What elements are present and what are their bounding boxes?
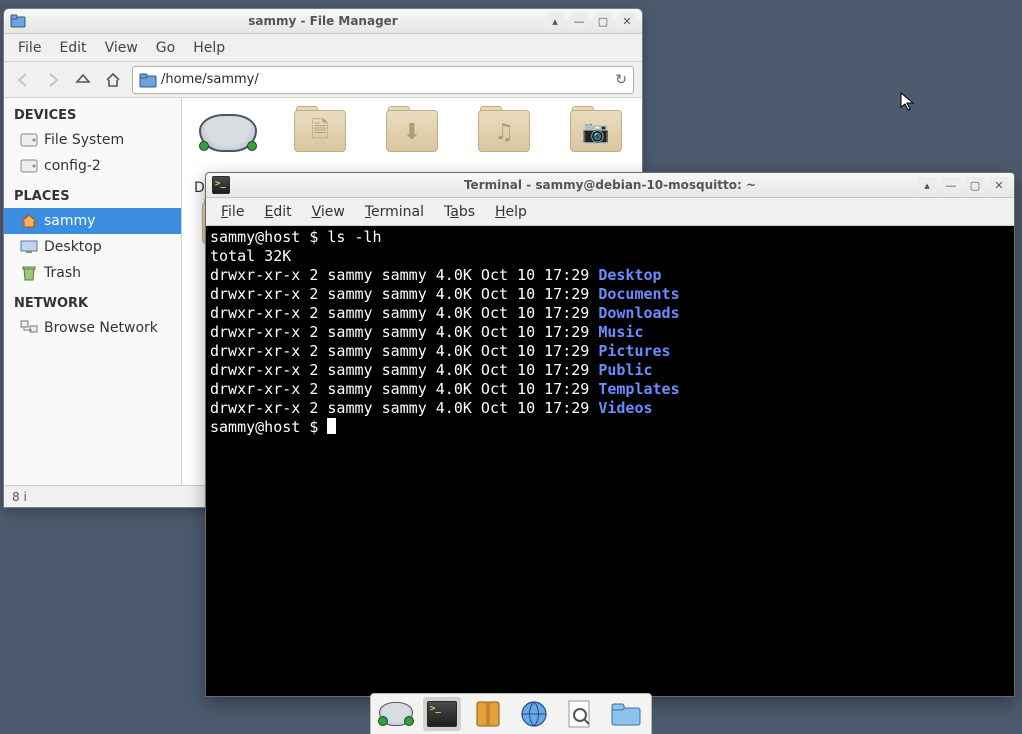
location-folder-icon <box>139 71 157 89</box>
directory-name: Public <box>598 361 652 379</box>
back-button[interactable] <box>12 69 34 91</box>
sidebar-item-filesystem[interactable]: File System <box>4 127 181 153</box>
terminal-window: Terminal - sammy@debian-10-mosquitto: ~ … <box>205 172 1015 697</box>
fm-rollup-button[interactable]: ▴ <box>546 13 564 29</box>
dock-viewer[interactable] <box>561 697 599 731</box>
file-item-downloads[interactable]: ⬇ <box>376 110 448 156</box>
term-minimize-button[interactable]: — <box>942 177 960 193</box>
drive-icon <box>20 157 38 175</box>
term-menu-edit[interactable]: Edit <box>255 201 300 223</box>
network-icon <box>20 319 38 337</box>
mouse-cursor <box>900 92 916 112</box>
term-maximize-button[interactable]: ▢ <box>966 177 984 193</box>
magnifier-icon <box>565 699 595 729</box>
fm-toolbar: /home/sammy/ ↻ <box>4 62 642 98</box>
folder-icon: 🗎 <box>292 110 348 154</box>
location-bar[interactable]: /home/sammy/ ↻ <box>132 66 634 94</box>
sidebar-item-label: Trash <box>44 265 81 281</box>
dock-folder[interactable] <box>607 697 645 731</box>
sidebar-item-label: Desktop <box>44 239 102 255</box>
fm-menubar: File Edit View Go Help <box>4 34 642 62</box>
folder-icon: ♫ <box>476 110 532 154</box>
status-text: 8 i <box>12 490 27 504</box>
fm-sidebar: DEVICES File System config-2 PLACES samm… <box>4 98 182 485</box>
terminal-icon <box>212 176 230 194</box>
sidebar-heading-network: NETWORK <box>4 286 181 315</box>
dock-archive[interactable] <box>469 697 507 731</box>
file-item-music[interactable]: ♫ <box>468 110 540 156</box>
desktop-icon <box>20 238 38 256</box>
dock <box>0 690 1022 734</box>
directory-name: Pictures <box>598 342 670 360</box>
fm-titlebar[interactable]: sammy - File Manager ▴ — ▢ ✕ <box>4 9 642 34</box>
home-button[interactable] <box>102 69 124 91</box>
folder-icon: ⬇ <box>384 110 440 154</box>
sidebar-item-label: File System <box>44 132 124 148</box>
term-close-button[interactable]: ✕ <box>990 177 1008 193</box>
fm-minimize-button[interactable]: — <box>570 13 588 29</box>
fm-menu-go[interactable]: Go <box>148 37 183 59</box>
fm-menu-help[interactable]: Help <box>185 37 233 59</box>
fm-close-button[interactable]: ✕ <box>618 13 636 29</box>
fm-maximize-button[interactable]: ▢ <box>594 13 612 29</box>
term-rollup-button[interactable]: ▴ <box>918 177 936 193</box>
sidebar-item-desktop[interactable]: Desktop <box>4 234 181 260</box>
file-item-documents[interactable]: 🗎 <box>284 110 356 156</box>
home-icon <box>20 212 38 230</box>
disk-icon <box>199 114 257 152</box>
directory-name: Videos <box>598 399 652 417</box>
sidebar-item-label: Browse Network <box>44 320 158 336</box>
archive-icon <box>474 699 502 729</box>
directory-name: Desktop <box>598 266 661 284</box>
sidebar-item-label: sammy <box>44 213 95 229</box>
term-menu-view[interactable]: View <box>303 201 354 223</box>
directory-name: Documents <box>598 285 679 303</box>
folder-icon <box>610 700 642 728</box>
directory-name: Templates <box>598 380 679 398</box>
trash-icon <box>20 264 38 282</box>
sidebar-item-home[interactable]: sammy <box>4 208 181 234</box>
drive-icon <box>20 131 38 149</box>
dock-browser[interactable] <box>515 697 553 731</box>
dock-terminal[interactable] <box>423 697 461 731</box>
dock-file-manager[interactable] <box>377 697 415 731</box>
location-path[interactable]: /home/sammy/ <box>161 72 615 87</box>
file-item-desktop[interactable] <box>192 110 264 156</box>
terminal-output[interactable]: sammy@host $ ls -lh total 32K drwxr-xr-x… <box>206 226 1014 696</box>
terminal-cursor <box>327 418 336 434</box>
sidebar-item-config2[interactable]: config-2 <box>4 153 181 179</box>
sidebar-item-label: config-2 <box>44 158 101 174</box>
forward-button[interactable] <box>42 69 64 91</box>
sidebar-item-trash[interactable]: Trash <box>4 260 181 286</box>
term-menu-tabs[interactable]: Tabs <box>435 201 484 223</box>
terminal-icon <box>427 701 457 727</box>
term-menu-file[interactable]: File <box>212 201 253 223</box>
directory-name: Music <box>598 323 643 341</box>
folder-icon: 📷 <box>568 110 624 154</box>
sidebar-heading-places: PLACES <box>4 179 181 208</box>
sidebar-item-browse-network[interactable]: Browse Network <box>4 315 181 341</box>
term-menu-terminal[interactable]: Terminal <box>356 201 433 223</box>
term-titlebar[interactable]: Terminal - sammy@debian-10-mosquitto: ~ … <box>206 173 1014 198</box>
term-title: Terminal - sammy@debian-10-mosquitto: ~ <box>206 178 1014 192</box>
fm-menu-view[interactable]: View <box>97 37 146 59</box>
fm-menu-file[interactable]: File <box>10 37 49 59</box>
sidebar-heading-devices: DEVICES <box>4 98 181 127</box>
term-menu-help[interactable]: Help <box>486 201 536 223</box>
directory-name: Downloads <box>598 304 679 322</box>
up-button[interactable] <box>72 69 94 91</box>
fm-menu-edit[interactable]: Edit <box>51 37 94 59</box>
globe-icon <box>519 699 549 729</box>
term-menubar: File Edit View Terminal Tabs Help <box>206 198 1014 226</box>
file-item-pictures[interactable]: 📷 <box>560 110 632 156</box>
folder-icon <box>10 13 26 29</box>
reload-button[interactable]: ↻ <box>615 72 627 88</box>
